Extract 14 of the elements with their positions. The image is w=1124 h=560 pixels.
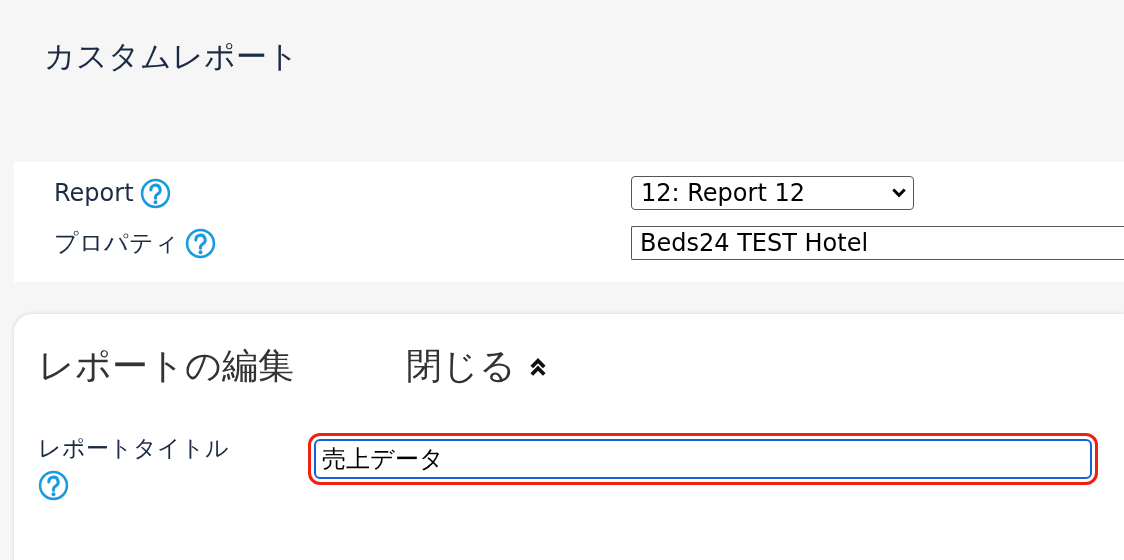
chevron-down-icon (891, 187, 907, 199)
section-title: レポートの編集 (38, 344, 295, 388)
help-icon[interactable] (139, 177, 171, 209)
property-field[interactable]: Beds24 TEST Hotel (631, 226, 1124, 260)
collapse-toggle[interactable]: 閉じる (406, 342, 548, 391)
field-label: プロパティ (54, 228, 179, 259)
report-dropdown[interactable]: 12: Report 12 (631, 176, 914, 210)
title-field[interactable]: 売上データ (314, 439, 1092, 479)
help-icon[interactable] (185, 227, 216, 259)
field-label: レポートタイトル (38, 434, 229, 463)
help-icon[interactable] (38, 470, 69, 501)
double-chevron-up-icon (528, 356, 548, 377)
field-label: Report (54, 179, 134, 207)
page-title: カスタムレポート (43, 37, 300, 76)
